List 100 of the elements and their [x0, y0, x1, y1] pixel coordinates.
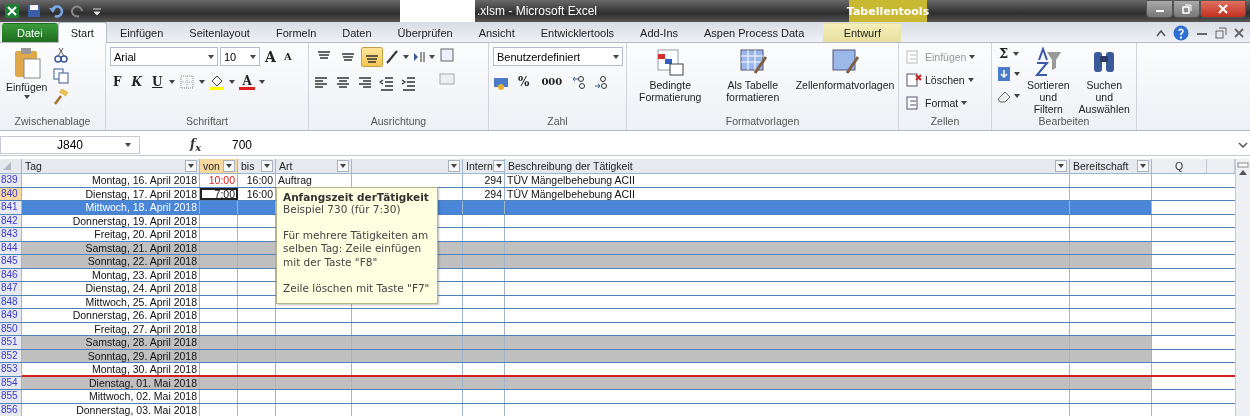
- font-color-button[interactable]: A: [239, 74, 255, 90]
- ribbon-tab[interactable]: Daten: [329, 23, 385, 42]
- redo-icon[interactable]: [70, 3, 86, 19]
- fill-down-icon[interactable]: [996, 66, 1012, 82]
- filter-button[interactable]: [1137, 160, 1149, 172]
- filter-button[interactable]: [223, 160, 235, 172]
- cells-button[interactable]: Format: [903, 93, 979, 113]
- excel-logo-icon: [4, 3, 20, 19]
- column-header[interactable]: Art: [276, 159, 352, 173]
- filter-button[interactable]: [448, 160, 460, 172]
- autosum-button[interactable]: Σ: [996, 47, 1012, 60]
- caret-icon: [495, 164, 502, 168]
- ribbon-tab[interactable]: Start: [57, 22, 107, 43]
- scroll-up-icon[interactable]: [1238, 168, 1248, 176]
- column-header[interactable]: von: [200, 159, 238, 173]
- shrink-font-button[interactable]: A: [280, 51, 295, 62]
- undo-icon[interactable]: [48, 3, 64, 19]
- row-number[interactable]: 845: [0, 255, 22, 268]
- filter-button[interactable]: [492, 160, 504, 172]
- row-number[interactable]: 853: [0, 363, 22, 376]
- ribbon-tab[interactable]: Ansicht: [465, 23, 528, 42]
- style-button[interactable]: Zellenformatvorlagen: [796, 47, 894, 115]
- decrease-decimal-icon[interactable]: [593, 74, 610, 90]
- text-align-icon[interactable]: [313, 75, 329, 91]
- grow-font-button[interactable]: A: [262, 49, 279, 64]
- column-header[interactable]: Beschreibung der Tätigkeit: [505, 159, 1070, 173]
- help-icon[interactable]: [1173, 25, 1189, 41]
- find-select-button[interactable]: Suchen und Auswählen: [1076, 47, 1132, 116]
- tooltip-text: Beispiel 730 (für 7:30): [283, 203, 402, 217]
- minimize-button[interactable]: [1146, 0, 1173, 18]
- scissors-icon[interactable]: [53, 47, 70, 63]
- column-header[interactable]: bis: [238, 159, 276, 173]
- thousands-button[interactable]: 000: [538, 77, 566, 87]
- ribbon-tab[interactable]: Formeln: [262, 23, 330, 42]
- restore-icon[interactable]: [1215, 27, 1227, 39]
- close-icon[interactable]: [1234, 28, 1244, 38]
- caret-icon: [340, 164, 346, 168]
- column-letter[interactable]: Q: [1152, 159, 1207, 173]
- caret-icon: [23, 95, 30, 100]
- filter-button[interactable]: [337, 160, 349, 172]
- ribbon-tab[interactable]: Aspen Process Data: [691, 23, 818, 42]
- row-number[interactable]: 849: [0, 309, 22, 322]
- row-number[interactable]: 843: [0, 228, 22, 241]
- ribbon-tab[interactable]: Datei: [2, 23, 58, 42]
- column-header-cell[interactable]: [1207, 159, 1235, 173]
- vertical-align-button[interactable]: [361, 47, 383, 67]
- split-handle-icon[interactable]: [1237, 162, 1249, 168]
- style-button[interactable]: Bedingte Formatierung: [631, 47, 710, 115]
- ribbon-tab[interactable]: Entwicklertools: [527, 23, 628, 42]
- collapse-ribbon-icon[interactable]: [1156, 29, 1166, 37]
- group-label: Formatvorlagen: [724, 115, 801, 129]
- column-header[interactable]: Intern: [463, 159, 505, 173]
- paste-button[interactable]: Einfügen: [4, 47, 50, 115]
- ribbon-tab[interactable]: Seitenlayout: [176, 23, 263, 42]
- row-number[interactable]: 855: [0, 390, 22, 403]
- row-number[interactable]: 851: [0, 336, 22, 349]
- close-icon: [1218, 4, 1228, 14]
- filter-button[interactable]: [185, 160, 197, 172]
- font-name-field[interactable]: Arial: [110, 47, 218, 66]
- text-orientation-icon[interactable]: [385, 49, 401, 65]
- save-icon[interactable]: [26, 3, 42, 19]
- underline-button[interactable]: U: [148, 76, 166, 88]
- ribbon-tab[interactable]: Überprüfen: [384, 23, 466, 42]
- restore-icon: [1181, 4, 1192, 14]
- bold-button[interactable]: F: [110, 76, 125, 88]
- sort-filter-button[interactable]: Sortieren und Filtern: [1024, 47, 1073, 116]
- caret-icon: [188, 164, 194, 168]
- cells-button[interactable]: Löschen: [903, 70, 979, 90]
- copy-icon[interactable]: [53, 68, 70, 84]
- caret-icon: [229, 80, 236, 84]
- text-align-icon[interactable]: [335, 75, 351, 91]
- function-button[interactable]: f$_{x}$: [190, 136, 230, 154]
- text-align-icon[interactable]: [357, 75, 373, 91]
- group-label: Schriftart: [185, 115, 229, 129]
- increase-indent-icon[interactable]: [401, 75, 417, 91]
- decrease-indent-icon[interactable]: [379, 75, 395, 91]
- row-number[interactable]: 847: [0, 282, 22, 295]
- row-number[interactable]: 839: [0, 174, 22, 187]
- number-format-field[interactable]: Benutzerdefiniert: [493, 47, 623, 66]
- style-button[interactable]: Als Tabelle formatieren: [713, 47, 792, 115]
- column-header[interactable]: Bereitschaft: [1070, 159, 1152, 173]
- ribbon-tab[interactable]: Entwurf: [823, 23, 902, 42]
- ribbon-tab[interactable]: Einfügen: [106, 23, 177, 42]
- filter-button[interactable]: [261, 160, 273, 172]
- row-number[interactable]: 841: [0, 201, 22, 214]
- close-button[interactable]: [1200, 0, 1246, 18]
- format-painter-icon[interactable]: [53, 89, 70, 105]
- fill-color-icon[interactable]: [209, 74, 226, 90]
- ribbon-tab[interactable]: Add-Ins: [627, 23, 691, 42]
- paragraph-direction-icon[interactable]: [411, 49, 427, 65]
- increase-decimal-icon[interactable]: [571, 74, 588, 90]
- italic-button[interactable]: K: [128, 76, 145, 88]
- name-box[interactable]: J840: [0, 136, 140, 154]
- filter-button[interactable]: [1055, 160, 1067, 172]
- font-size-field[interactable]: 10: [220, 47, 260, 66]
- restore-button[interactable]: [1173, 0, 1200, 18]
- column-header[interactable]: Tag: [22, 159, 200, 173]
- merge-cells-icon[interactable]: [439, 71, 455, 87]
- percent-button[interactable]: %: [515, 76, 533, 88]
- formula-field[interactable]: 700: [230, 135, 1236, 155]
